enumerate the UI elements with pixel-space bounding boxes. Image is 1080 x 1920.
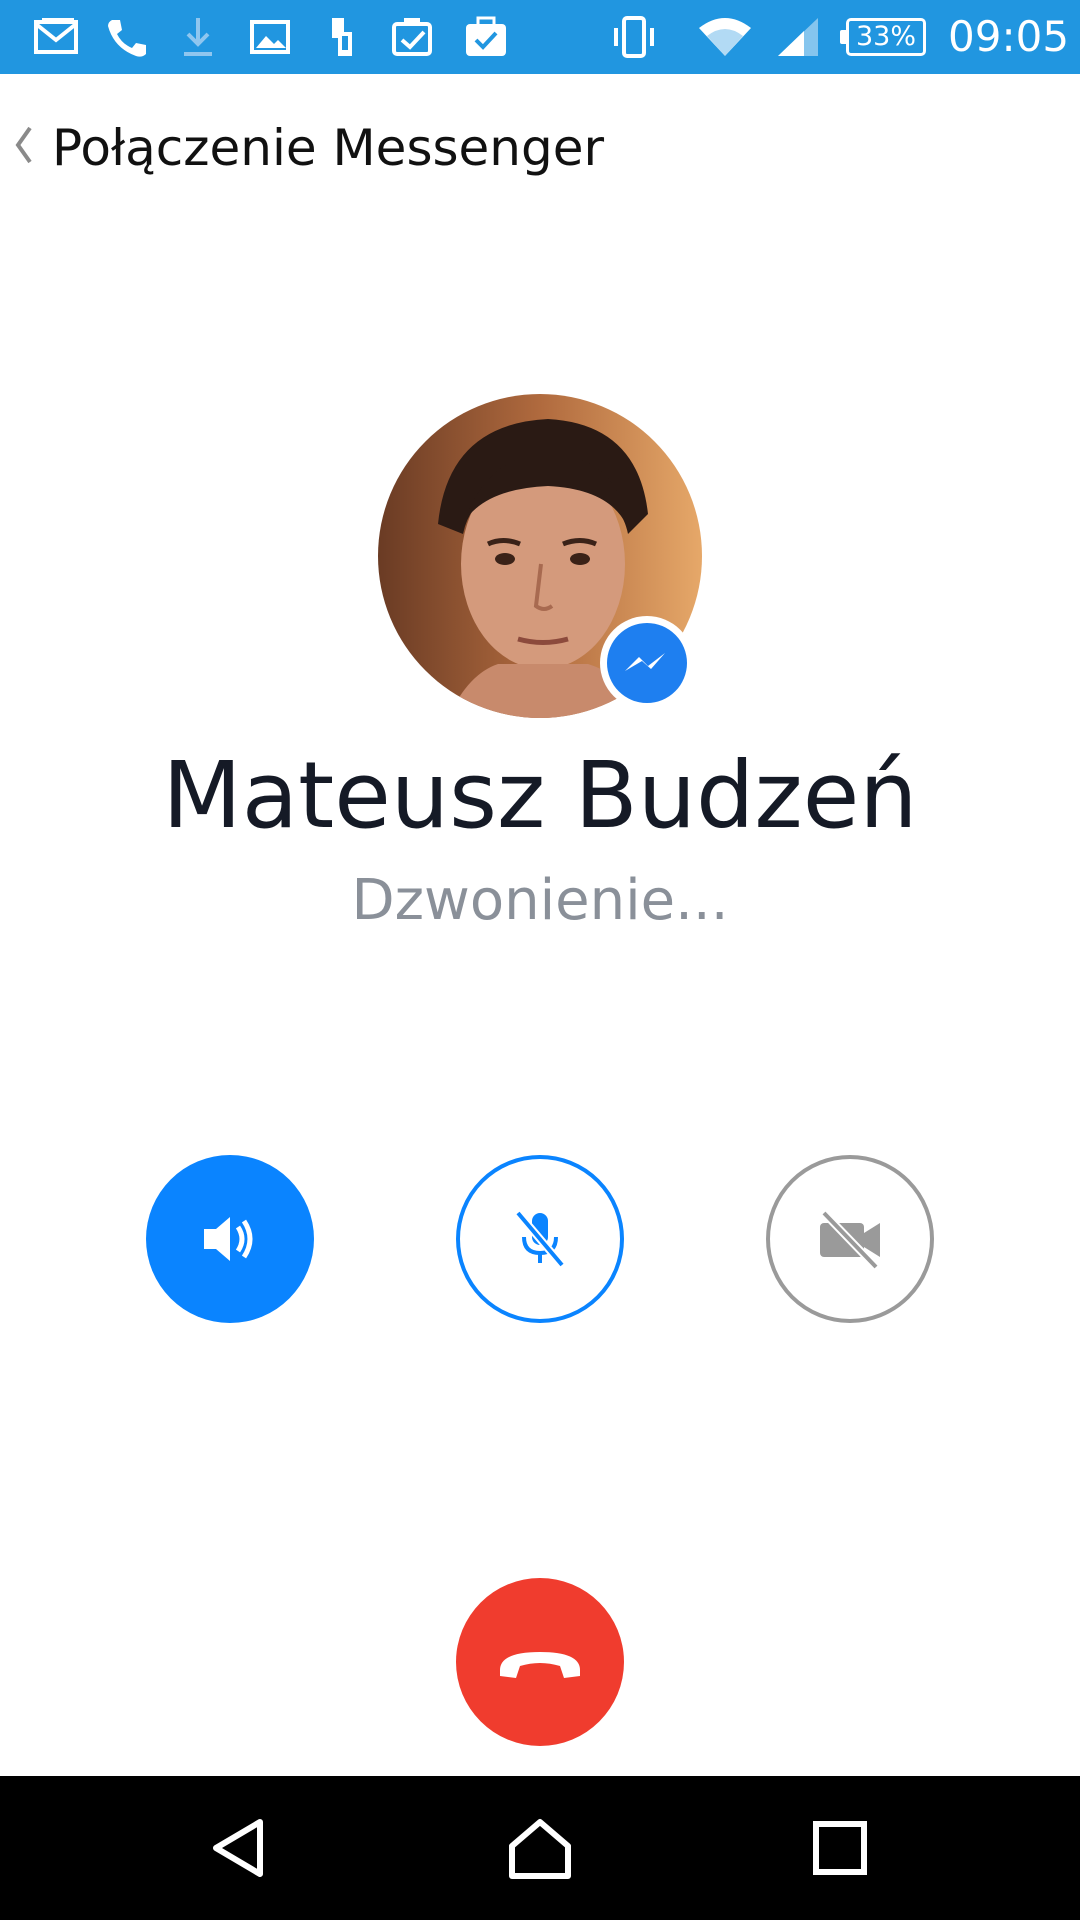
video-button[interactable]: [766, 1155, 934, 1323]
phone-icon: [102, 14, 150, 60]
end-call-icon: [500, 1652, 580, 1678]
clipboard-check-icon: [390, 14, 438, 60]
gmail-icon: [32, 14, 80, 60]
video-off-icon: [820, 1210, 880, 1270]
status-bar: 33% 09:05: [0, 0, 1080, 74]
messenger-icon: [607, 623, 687, 703]
home-icon[interactable]: [508, 1816, 572, 1880]
device-icon: [318, 14, 366, 60]
mic-off-icon: [514, 1210, 566, 1268]
wifi-icon: [696, 14, 754, 60]
download-icon: [174, 14, 222, 60]
briefcase-check-icon: [462, 14, 510, 60]
speaker-icon: [204, 1217, 253, 1261]
caller-name: Mateusz Budzeń: [162, 742, 918, 849]
end-call-button[interactable]: [456, 1578, 624, 1746]
navigation-bar: [0, 1776, 1080, 1920]
vibrate-icon: [610, 14, 658, 60]
recents-icon[interactable]: [808, 1816, 872, 1880]
call-status: Dzwonienie...: [351, 868, 729, 933]
back-triangle-icon[interactable]: [208, 1816, 272, 1880]
gallery-icon: [246, 14, 294, 60]
mute-button[interactable]: [456, 1155, 624, 1323]
page-title: Połączenie Messenger: [52, 119, 605, 177]
status-time: 09:05: [948, 12, 1070, 61]
signal-icon: [774, 14, 822, 60]
speaker-button[interactable]: [146, 1155, 314, 1323]
chevron-left-icon[interactable]: [10, 120, 36, 170]
battery-indicator: 33%: [840, 18, 926, 56]
messenger-badge: [600, 616, 694, 710]
